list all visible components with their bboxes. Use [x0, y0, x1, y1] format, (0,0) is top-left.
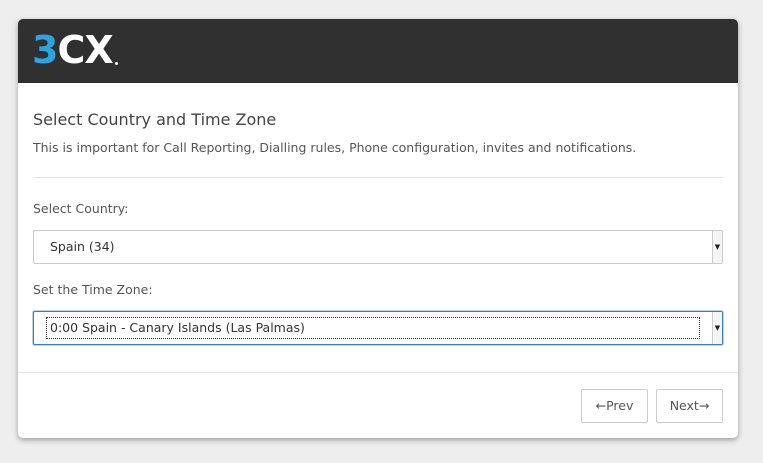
timezone-select-value: 0:00 Spain - Canary Islands (Las Palmas) [46, 317, 700, 339]
3cx-logo: 3 CX [32, 28, 118, 72]
logo-letters: CX [57, 31, 118, 69]
country-select-value: Spain (34) [50, 239, 115, 254]
page-title: Select Country and Time Zone [33, 110, 277, 129]
setup-wizard-card: 3 CX Select Country and Time Zone This is… [18, 19, 738, 438]
divider [33, 177, 723, 178]
wizard-body: Select Country and Time Zone This is imp… [18, 83, 738, 345]
timezone-select[interactable]: 0:00 Spain - Canary Islands (Las Palmas)… [33, 311, 723, 345]
dropdown-arrow-icon[interactable]: ▼ [712, 231, 722, 263]
header-bar: 3 CX [18, 19, 738, 83]
footer-divider [18, 372, 738, 373]
logo-number: 3 [32, 28, 58, 72]
dropdown-arrow-icon[interactable]: ▼ [712, 312, 722, 344]
country-label: Select Country: [33, 201, 129, 216]
prev-button[interactable]: ←Prev [581, 389, 648, 423]
page-subtitle: This is important for Call Reporting, Di… [33, 140, 637, 155]
timezone-label: Set the Time Zone: [33, 282, 153, 297]
country-select[interactable]: Spain (34) ▼ [33, 230, 723, 264]
next-button[interactable]: Next→ [656, 389, 723, 423]
